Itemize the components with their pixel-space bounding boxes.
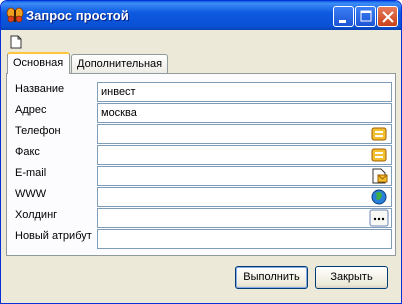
tab-main[interactable]: Основная <box>7 52 70 74</box>
name-field[interactable]: инвест <box>97 82 392 102</box>
globe-icon[interactable] <box>369 188 389 206</box>
holding-field[interactable] <box>97 208 392 228</box>
maximize-button[interactable] <box>355 6 376 27</box>
maximize-icon <box>360 10 372 22</box>
new-document-icon[interactable] <box>10 35 22 49</box>
address-field[interactable]: москва <box>97 103 392 123</box>
label-www: WWW <box>15 188 47 200</box>
tab-additional[interactable]: Дополнительная <box>71 54 168 73</box>
phone-field[interactable] <box>97 124 392 144</box>
email-field[interactable] <box>97 166 392 186</box>
ellipsis-icon[interactable] <box>369 209 389 227</box>
www-field[interactable] <box>97 187 392 207</box>
butterfly-app-icon <box>6 7 24 23</box>
close-window-button[interactable] <box>377 6 398 27</box>
label-fax: Факс <box>15 146 40 158</box>
window-title: Запрос простой <box>26 8 129 23</box>
label-address: Адрес <box>15 104 47 116</box>
phone-book-icon[interactable] <box>369 125 389 143</box>
tab-panel-main: Название инвест Адрес москва Телефон Фак… <box>6 73 396 256</box>
close-icon <box>382 11 394 23</box>
execute-button[interactable]: Выполнить <box>235 266 308 289</box>
fax-book-icon[interactable] <box>369 146 389 164</box>
minimize-button[interactable] <box>333 6 354 27</box>
new-attribute-field[interactable] <box>97 229 392 249</box>
close-button[interactable]: Закрыть <box>315 266 388 289</box>
fax-field[interactable] <box>97 145 392 165</box>
label-phone: Телефон <box>15 125 61 137</box>
minimize-icon <box>339 20 346 23</box>
label-holding: Холдинг <box>15 209 58 221</box>
dialog-window: Запрос простой Основная Дополнительная Н… <box>0 0 402 304</box>
label-email: E-mail <box>15 167 47 179</box>
email-icon[interactable] <box>369 167 389 185</box>
label-new-attribute: Новый атрибут <box>15 230 92 242</box>
label-name: Название <box>15 83 65 95</box>
title-bar[interactable]: Запрос простой <box>1 1 401 30</box>
